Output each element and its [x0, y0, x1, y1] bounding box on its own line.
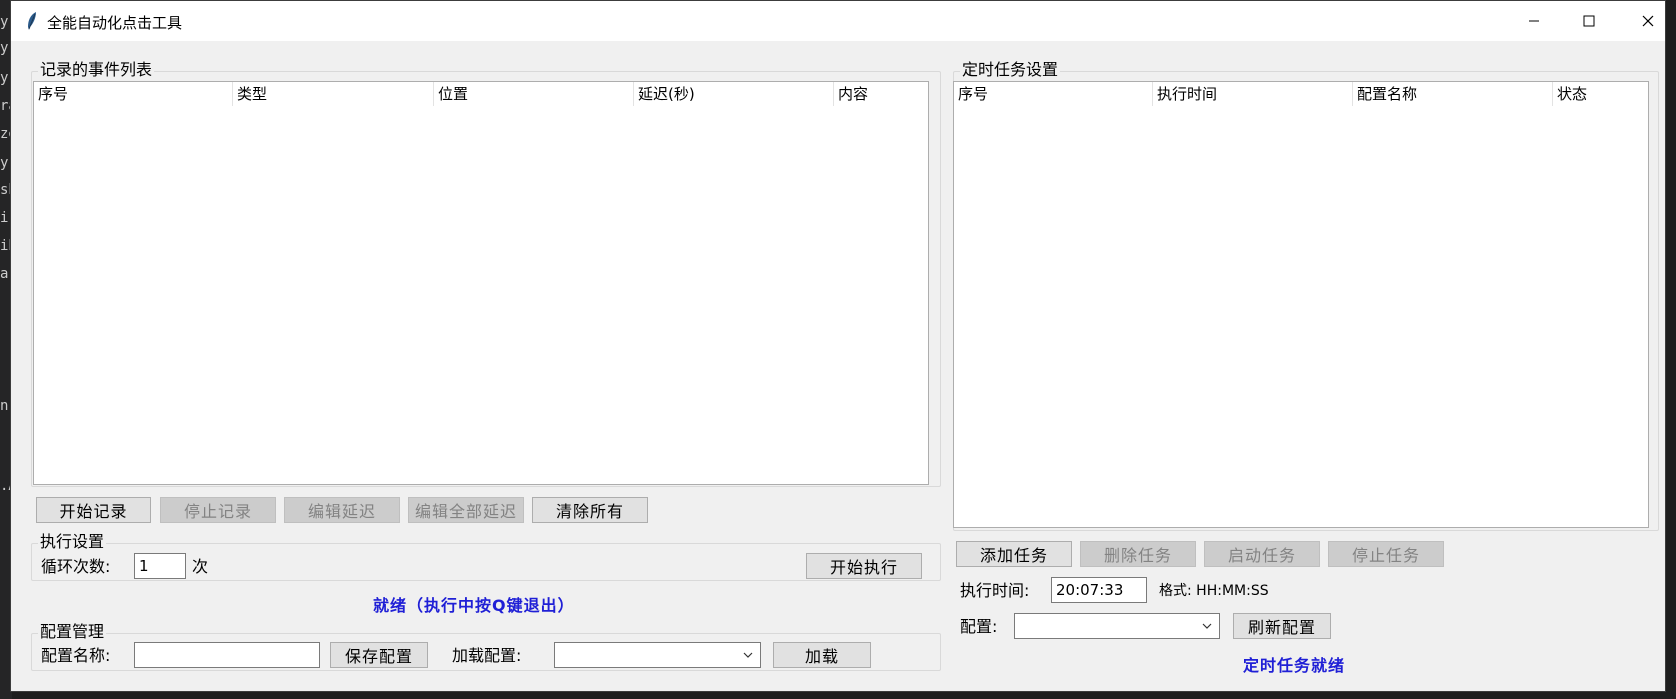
load-config-label: 加载配置: — [452, 646, 522, 665]
maximize-icon — [1583, 15, 1595, 27]
stop-record-button[interactable]: 停止记录 — [160, 497, 276, 523]
feather-icon — [28, 12, 36, 30]
start-record-button[interactable]: 开始记录 — [36, 497, 151, 523]
close-button[interactable] — [1619, 1, 1676, 41]
schedule-table-header: 序号 执行时间 配置名称 状态 — [954, 82, 1648, 106]
time-format-label: 格式: HH:MM:SS — [1159, 583, 1269, 599]
save-config-button[interactable]: 保存配置 — [330, 642, 428, 668]
load-button[interactable]: 加载 — [773, 642, 871, 668]
config-group-title: 配置管理 — [38, 622, 107, 642]
close-icon — [1642, 15, 1654, 27]
start-task-button[interactable]: 启动任务 — [1204, 541, 1320, 567]
loop-unit-label: 次 — [192, 557, 209, 576]
events-group-title: 记录的事件列表 — [38, 60, 155, 80]
window-title: 全能自动化点击工具 — [47, 14, 183, 32]
schedule-config-select[interactable] — [1014, 613, 1220, 639]
events-col-position[interactable]: 位置 — [434, 82, 634, 106]
execution-status: 就绪（执行中按Q键退出） — [373, 596, 575, 615]
clear-all-button[interactable]: 清除所有 — [532, 497, 648, 523]
minimize-button[interactable] — [1505, 1, 1563, 41]
bg-fragment: y — [0, 155, 9, 171]
schedule-config-label: 配置: — [960, 617, 998, 636]
config-name-label: 配置名称: — [41, 646, 111, 665]
bg-fragment: y — [0, 14, 9, 30]
minimize-icon — [1529, 20, 1539, 22]
loop-count-input[interactable]: 1 — [134, 553, 186, 579]
schedule-col-status[interactable]: 状态 — [1553, 82, 1648, 106]
exec-time-input[interactable]: 20:07:33 — [1051, 577, 1147, 603]
stop-task-button[interactable]: 停止任务 — [1328, 541, 1444, 567]
events-col-type[interactable]: 类型 — [233, 82, 434, 106]
add-task-button[interactable]: 添加任务 — [956, 541, 1072, 567]
loop-count-label: 循环次数: — [41, 557, 111, 576]
events-table-header: 序号 类型 位置 延迟(秒) 内容 — [34, 82, 928, 106]
app-window: 全能自动化点击工具 记录的事件列表 序号 类型 位置 延迟(秒) 内容 开始记录… — [10, 0, 1666, 692]
edit-all-delay-button[interactable]: 编辑全部延迟 — [408, 497, 524, 523]
schedule-group-title: 定时任务设置 — [960, 60, 1061, 80]
delete-task-button[interactable]: 删除任务 — [1080, 541, 1196, 567]
events-table[interactable]: 序号 类型 位置 延迟(秒) 内容 — [33, 81, 929, 485]
schedule-col-index[interactable]: 序号 — [954, 82, 1153, 106]
edit-delay-button[interactable]: 编辑延迟 — [284, 497, 400, 523]
schedule-table[interactable]: 序号 执行时间 配置名称 状态 — [953, 81, 1649, 528]
exec-time-label: 执行时间: — [960, 581, 1030, 600]
bg-fragment: n — [0, 398, 9, 414]
refresh-config-button[interactable]: 刷新配置 — [1233, 613, 1331, 639]
config-name-input[interactable] — [134, 642, 320, 668]
execution-group-title: 执行设置 — [38, 532, 107, 552]
schedule-status: 定时任务就绪 — [1243, 656, 1346, 675]
events-col-delay[interactable]: 延迟(秒) — [634, 82, 834, 106]
schedule-col-config[interactable]: 配置名称 — [1353, 82, 1553, 106]
maximize-button[interactable] — [1560, 1, 1618, 41]
events-col-index[interactable]: 序号 — [34, 82, 233, 106]
chevron-down-icon — [743, 652, 753, 658]
title-bar[interactable]: 全能自动化点击工具 — [11, 1, 1665, 41]
load-config-select[interactable] — [554, 642, 761, 668]
bg-fragment: a — [0, 266, 9, 282]
chevron-down-icon — [1202, 623, 1212, 629]
bg-fragment: y — [0, 40, 9, 56]
events-col-content[interactable]: 内容 — [834, 82, 928, 106]
start-execution-button[interactable]: 开始执行 — [806, 553, 922, 579]
schedule-col-time[interactable]: 执行时间 — [1153, 82, 1353, 106]
bg-fragment: y — [0, 70, 9, 86]
